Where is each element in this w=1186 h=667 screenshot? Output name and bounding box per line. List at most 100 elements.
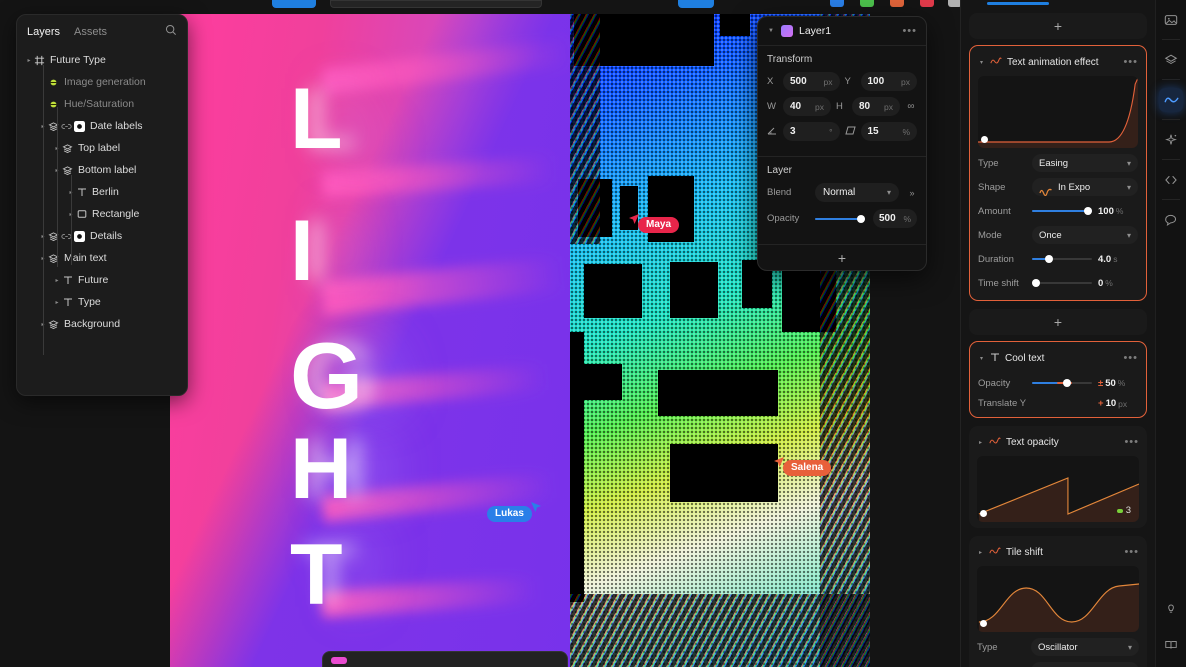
group-icon <box>47 319 60 330</box>
card-header[interactable]: ▸ Tile shift ••• <box>969 536 1147 566</box>
top-toolbar-search-strip[interactable] <box>330 0 542 8</box>
x-unit: px <box>823 76 833 87</box>
shape-select[interactable]: In Expo ▾ <box>1032 178 1138 196</box>
divider <box>1162 79 1180 80</box>
duration-slider[interactable] <box>1032 250 1092 268</box>
cool-opacity-slider[interactable] <box>1032 374 1092 392</box>
canvas-artboard-light[interactable]: L I G H T <box>170 14 570 667</box>
double-chevron-icon[interactable]: » <box>907 188 917 198</box>
transform-panel-title: Layer1 <box>799 25 832 37</box>
more-options-icon[interactable]: ••• <box>902 25 917 37</box>
angle-icon <box>767 126 778 138</box>
top-toolbar-swatch[interactable] <box>860 0 874 7</box>
lightbulb-icon[interactable] <box>1159 597 1183 621</box>
chevron-right-icon[interactable]: ▸ <box>977 549 984 556</box>
bottom-toolbar-swatch[interactable] <box>331 657 347 664</box>
transform-panel: ▼ Layer1 ••• Transform X 500 px Y 100 px <box>757 16 927 271</box>
y-input[interactable]: 100 px <box>860 72 917 91</box>
more-options-icon[interactable]: ••• <box>1123 56 1138 68</box>
opacity-input[interactable]: 500 % <box>873 209 917 228</box>
opacity-slider[interactable] <box>815 209 865 228</box>
h-label: H <box>836 101 843 112</box>
divider <box>1162 199 1180 200</box>
chevron-right-icon[interactable]: ▸ <box>977 439 984 446</box>
tab-layers[interactable]: Layers <box>27 26 60 38</box>
sawtooth-curve-graph[interactable]: 3 <box>977 456 1139 522</box>
chevron-right-icon[interactable]: ▸ <box>53 277 61 284</box>
type-select[interactable]: Easing ▾ <box>1032 154 1138 172</box>
time-shift-value-box[interactable]: 0 % <box>1098 278 1138 289</box>
transform-panel-header[interactable]: ▼ Layer1 ••• <box>758 17 926 45</box>
chevron-down-icon[interactable]: ▾ <box>978 355 985 362</box>
curve-handle[interactable] <box>980 620 987 627</box>
tile-type-select[interactable]: Oscillator ▾ <box>1031 638 1139 656</box>
w-input[interactable]: 40 px <box>783 97 831 116</box>
skew-input[interactable]: 15 % <box>860 122 917 141</box>
top-toolbar-tab-indicator[interactable] <box>272 0 316 8</box>
blend-mode-select[interactable]: Normal ▾ <box>815 183 899 202</box>
tab-assets[interactable]: Assets <box>74 26 107 38</box>
amount-value-box[interactable]: 100 % <box>1098 206 1138 217</box>
h-input[interactable]: 80 px <box>852 97 900 116</box>
curve-handle[interactable] <box>981 136 988 143</box>
top-toolbar-tab-indicator-2[interactable] <box>678 0 714 8</box>
bottom-toolbar[interactable] <box>322 651 568 667</box>
card-cool-text[interactable]: ▾ Cool text ••• Opacity ± 50 % Translate… <box>969 341 1147 418</box>
mode-select[interactable]: Once ▾ <box>1032 226 1138 244</box>
group-icon <box>47 231 60 242</box>
add-property-button[interactable]: + <box>758 244 926 270</box>
more-options-icon[interactable]: ••• <box>1124 546 1139 558</box>
top-toolbar-swatch[interactable] <box>830 0 844 7</box>
card-header[interactable]: ▾ Cool text ••• <box>970 342 1146 372</box>
image-icon[interactable] <box>1159 8 1183 32</box>
chevron-down-icon[interactable]: ▼ <box>767 28 775 34</box>
translate-y-label: Translate Y <box>978 398 1027 409</box>
add-effect-button-middle[interactable]: + <box>969 309 1147 335</box>
more-options-icon[interactable]: ••• <box>1124 436 1139 448</box>
translate-y-value-box[interactable]: + 10 px <box>1098 398 1138 409</box>
card-text-opacity[interactable]: ▸ Text opacity ••• 3 <box>969 426 1147 528</box>
sparkle-icon[interactable] <box>1159 128 1183 152</box>
comment-icon[interactable] <box>1159 208 1183 232</box>
layers-icon[interactable] <box>1159 48 1183 72</box>
easing-curve-graph[interactable] <box>978 76 1138 148</box>
x-input[interactable]: 500 px <box>783 72 840 91</box>
card-header[interactable]: ▸ Text opacity ••• <box>969 426 1147 456</box>
code-icon[interactable] <box>1159 168 1183 192</box>
card-header[interactable]: ▾ Text animation effect ••• <box>970 46 1146 76</box>
divider <box>1162 119 1180 120</box>
card-text-animation-effect[interactable]: ▾ Text animation effect ••• Type Easing … <box>969 45 1147 301</box>
shape-value: In Expo <box>1058 181 1091 193</box>
top-toolbar-swatch[interactable] <box>890 0 904 7</box>
card-title: Cool text <box>1005 352 1045 364</box>
card-tile-shift[interactable]: ▸ Tile shift ••• Type Oscillator ▾ <box>969 536 1147 667</box>
time-shift-row: Time shift 0 % <box>978 274 1138 292</box>
time-shift-slider[interactable] <box>1032 274 1092 292</box>
link-aspect-icon[interactable]: ∞ <box>905 101 917 112</box>
search-icon[interactable] <box>165 23 177 41</box>
translate-y-row: Translate Y + 10 px <box>978 398 1138 409</box>
chevron-down-icon[interactable]: ▾ <box>978 59 985 66</box>
card-body: Opacity ± 50 % Translate Y + 10 px <box>970 372 1146 417</box>
collaborator-cursor-salena: Salena <box>773 448 832 476</box>
book-icon[interactable] <box>1159 633 1183 657</box>
layer-section: Layer Blend Normal ▾ » Opacity 500 % <box>758 156 926 244</box>
more-options-icon[interactable]: ••• <box>1123 352 1138 364</box>
mask-icon[interactable] <box>73 230 86 242</box>
x-label: X <box>767 76 774 87</box>
top-toolbar-swatch[interactable] <box>920 0 934 7</box>
chevron-right-icon[interactable]: ▸ <box>53 299 61 306</box>
duration-value-box[interactable]: 4.0 s <box>1098 254 1138 265</box>
curve-handle[interactable] <box>980 510 987 517</box>
mask-icon[interactable] <box>73 120 86 132</box>
rotation-input[interactable]: 3 ° <box>783 122 840 141</box>
sine-curve-graph[interactable] <box>977 566 1139 632</box>
cool-opacity-value-box[interactable]: ± 50 % <box>1098 378 1138 389</box>
wave-icon[interactable] <box>1159 88 1183 112</box>
chevron-right-icon[interactable]: ▸ <box>25 57 33 64</box>
duration-label: Duration <box>978 253 1014 265</box>
tile-shape-select[interactable]: Sine wave ▾ <box>1031 662 1139 667</box>
amount-slider[interactable] <box>1032 202 1092 220</box>
layer-name: Background <box>64 318 121 330</box>
add-effect-button-top[interactable]: + <box>969 13 1147 39</box>
